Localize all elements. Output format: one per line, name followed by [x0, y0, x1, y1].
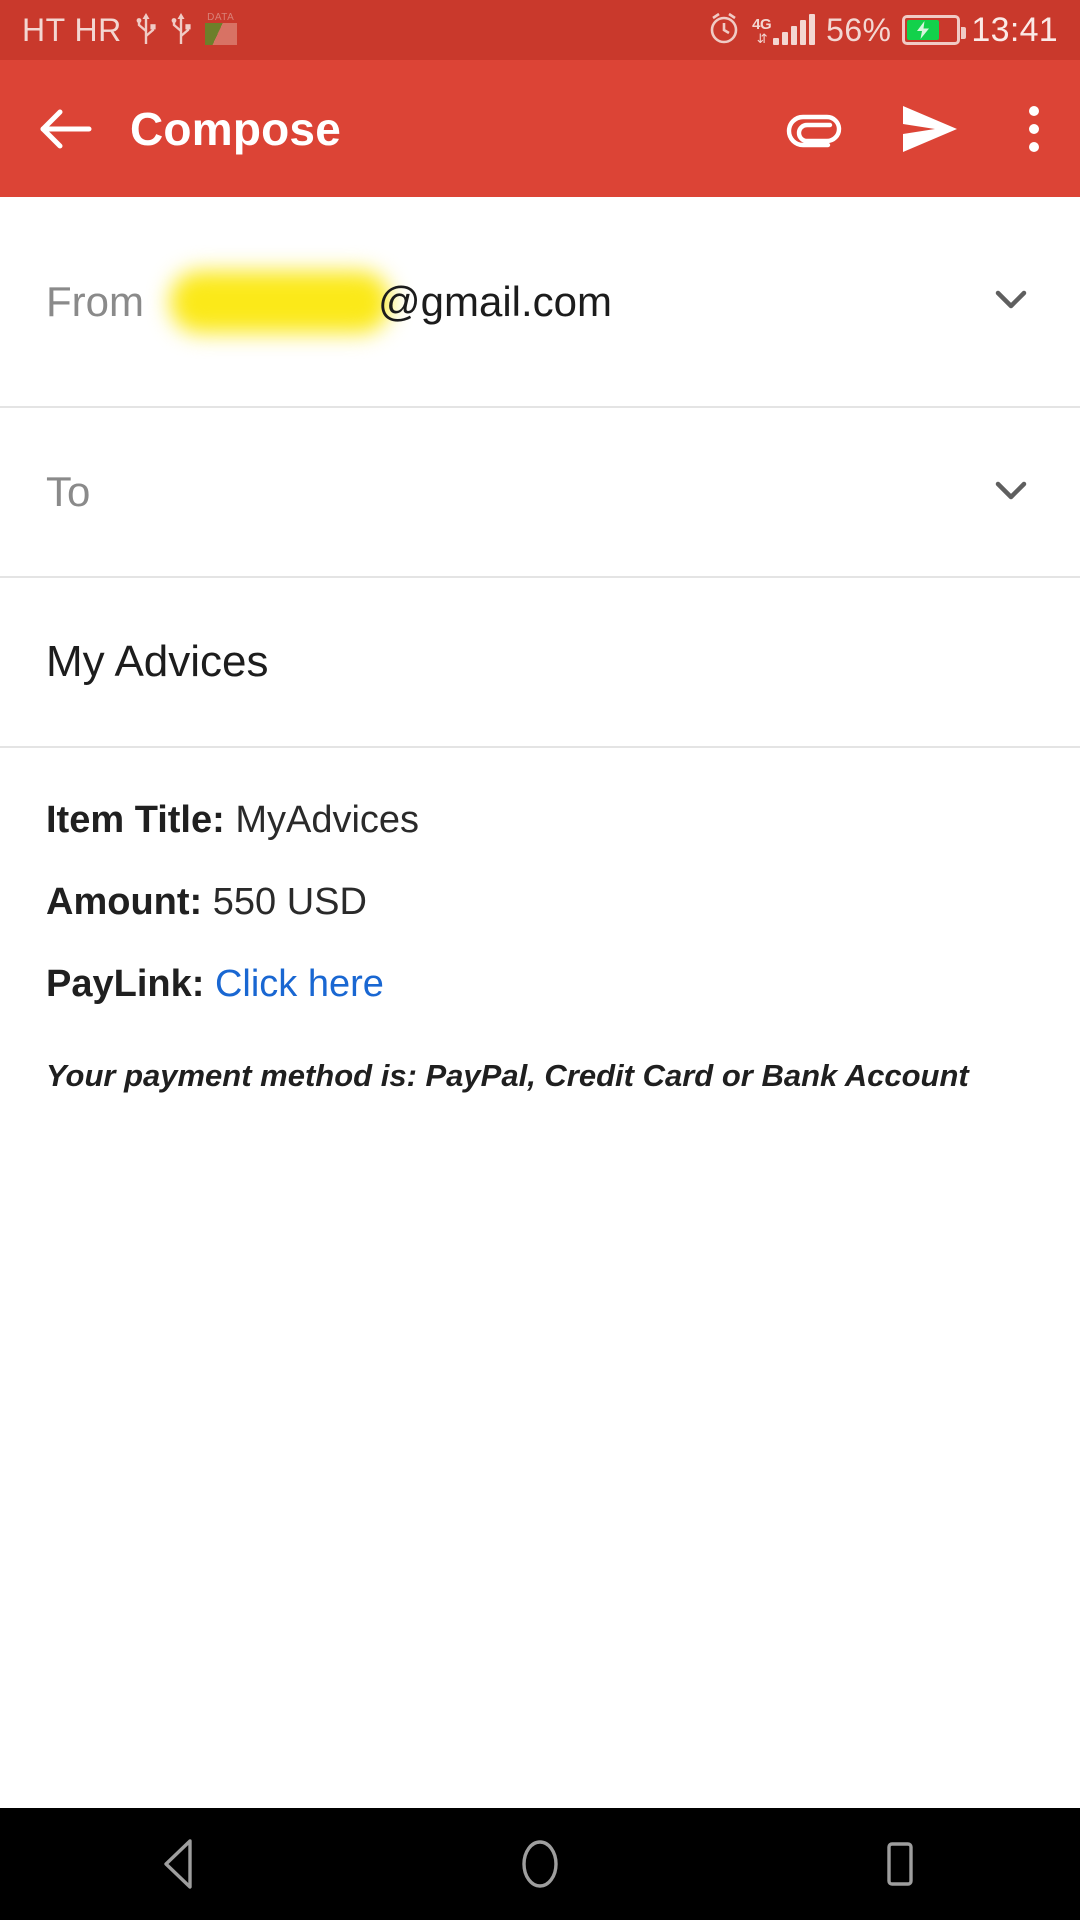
to-dropdown-button[interactable] — [988, 467, 1034, 518]
battery-icon — [902, 15, 967, 45]
usb-icon — [135, 11, 157, 50]
subject-input[interactable]: My Advices — [46, 637, 269, 687]
chevron-down-icon — [995, 481, 1027, 499]
nav-home-circle-icon — [522, 1840, 558, 1888]
from-value-wrap: From @gmail.com — [46, 270, 988, 333]
from-field-row[interactable]: From @gmail.com — [0, 197, 1080, 408]
back-button[interactable] — [0, 107, 130, 151]
app-bar-actions — [756, 101, 1080, 157]
nav-home-button[interactable] — [440, 1808, 640, 1920]
paylink-click-here-link[interactable]: Click here — [215, 963, 384, 1005]
overflow-menu-icon — [1029, 123, 1039, 134]
usb-icon — [170, 11, 192, 50]
attach-button[interactable] — [756, 101, 872, 157]
status-bar-right: 4G ⇵ 56% 13:41 — [707, 11, 1058, 50]
android-nav-bar — [0, 1808, 1080, 1920]
from-dropdown-button[interactable] — [988, 276, 1034, 327]
from-label: From — [46, 277, 144, 325]
payment-method-note: Your payment method is: PayPal, Credit C… — [46, 1058, 969, 1094]
battery-percent-label: 56% — [826, 11, 892, 48]
carrier-label: HT HR — [22, 11, 122, 48]
send-icon — [903, 105, 957, 152]
overflow-menu-icon — [1029, 105, 1039, 116]
to-input[interactable]: To — [46, 468, 988, 516]
signal-bars-icon — [773, 14, 816, 45]
data-usage-label: DATA — [207, 12, 235, 23]
redacted-email-username — [170, 270, 390, 333]
overflow-menu-icon — [1029, 141, 1039, 152]
data-usage-icon: DATA — [204, 12, 237, 45]
chevron-down-icon — [995, 290, 1027, 309]
nav-recents-square-icon — [887, 1842, 913, 1886]
paylink-label: PayLink: — [46, 962, 205, 1005]
data-arrows-icon: ⇵ — [756, 31, 768, 46]
phone-screen: HT HR DATA 4G ⇵ 56% 13:41 Compose From @… — [0, 0, 1080, 1920]
amount-label: Amount: — [46, 880, 203, 923]
network-type-group: 4G ⇵ — [752, 16, 772, 46]
network-indicator: 4G ⇵ — [752, 14, 816, 46]
charging-bolt-icon — [917, 21, 930, 39]
nav-back-triangle-icon — [164, 1839, 192, 1889]
item-title-value: MyAdvices — [235, 799, 420, 841]
subject-field-row[interactable]: My Advices — [0, 578, 1080, 748]
send-button[interactable] — [872, 101, 988, 157]
paperclip-icon — [786, 114, 842, 147]
to-field-row[interactable]: To — [0, 408, 1080, 578]
network-type-label: 4G — [752, 16, 772, 33]
item-title-label: Item Title: — [46, 799, 225, 841]
from-email-domain: @gmail.com — [378, 277, 613, 325]
back-arrow-icon — [40, 109, 92, 148]
amount-value: 550 USD — [212, 880, 367, 923]
alarm-icon — [707, 11, 741, 50]
message-body[interactable]: Item Title: MyAdvices Amount: 550 USD Pa… — [0, 748, 1080, 1095]
body-line-amount: Amount: 550 USD — [46, 880, 1034, 924]
data-usage-square — [204, 23, 237, 45]
body-line-paylink: PayLink: Click here — [46, 962, 1034, 1006]
nav-back-button[interactable] — [80, 1808, 280, 1920]
clock-label: 13:41 — [971, 10, 1058, 49]
status-bar-left: HT HR DATA — [22, 11, 237, 50]
page-title: Compose — [130, 102, 341, 155]
app-bar: Compose — [0, 60, 1080, 197]
battery-fill — [907, 20, 940, 40]
nav-recents-button[interactable] — [800, 1808, 1000, 1920]
overflow-menu-button[interactable] — [988, 105, 1080, 152]
body-line-item-title: Item Title: MyAdvices — [46, 799, 1034, 842]
status-bar: HT HR DATA 4G ⇵ 56% 13:41 — [0, 0, 1080, 60]
